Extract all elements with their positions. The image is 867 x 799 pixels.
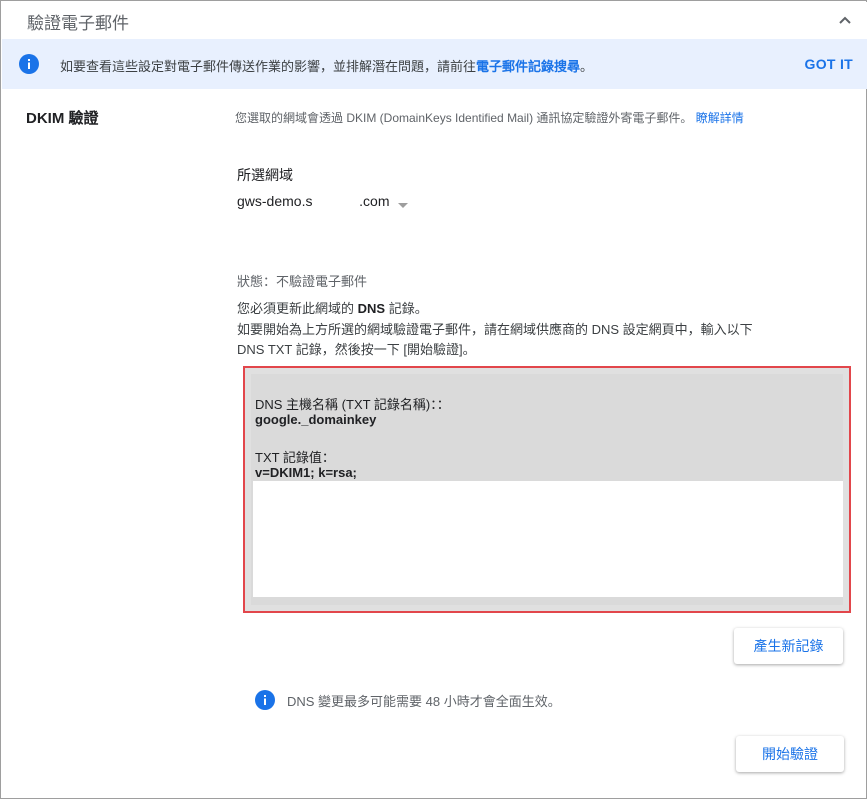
chevron-up-icon[interactable] — [837, 12, 853, 28]
domain-value: gws-demo.s .com — [237, 193, 390, 209]
dropdown-arrow-icon — [397, 197, 409, 208]
banner-suffix: 。 — [580, 59, 594, 74]
host-label: DNS 主機名稱 (TXT 記錄名稱)：： — [255, 397, 450, 412]
settings-panel: 驗證電子郵件 如要查看這些設定對電子郵件傳送作業的影響，並排解潛在問題，請前往電… — [0, 0, 867, 799]
instruction-line-1: 您必須更新此網域的 DNS 記錄。 — [237, 298, 428, 317]
para1-bold: DNS — [357, 301, 386, 316]
domain-label: 所選網域 — [237, 167, 293, 183]
host-value: google._domainkey — [255, 412, 377, 427]
page-title: 驗證電子郵件 — [27, 14, 129, 33]
banner-message: 如要查看這些設定對電子郵件傳送作業的影響，並排解潛在問題，請前往電子郵件記錄搜尋… — [60, 56, 593, 75]
info-banner: 如要查看這些設定對電子郵件傳送作業的影響，並排解潛在問題，請前往電子郵件記錄搜尋… — [2, 39, 867, 89]
dkim-section-label: DKIM 驗證 — [26, 110, 99, 127]
banner-text: 如要查看這些設定對電子郵件傳送作業的影響，並排解潛在問題，請前往 — [60, 59, 477, 74]
email-log-search-link[interactable]: 電子郵件記錄搜尋 — [476, 59, 580, 74]
section-header[interactable]: 驗證電子郵件 — [2, 2, 867, 39]
para1-prefix: 您必須更新此網域的 — [237, 301, 358, 316]
status-text: 狀態：不驗證電子郵件 — [237, 274, 368, 289]
learn-more-link[interactable]: 瞭解詳情 — [696, 111, 744, 125]
note-text: DNS 變更最多可能需要 48 小時才會全面生效。 — [287, 693, 561, 709]
dkim-description: 您選取的網域會透過 DKIM (DomainKeys Identified Ma… — [235, 109, 744, 126]
got-it-button[interactable]: GOT IT — [805, 56, 853, 72]
dns-record-content: DNS 主機名稱 (TXT 記錄名稱)：： google._domainkey … — [251, 374, 843, 605]
generate-record-button[interactable]: 產生新記錄 — [734, 628, 843, 664]
start-authentication-button[interactable]: 開始驗證 — [736, 736, 844, 772]
description-text: 您選取的網域會透過 DKIM (DomainKeys Identified Ma… — [235, 111, 693, 125]
info-icon — [255, 690, 275, 710]
txt-value: v=DKIM1; k=rsa; — [255, 465, 357, 480]
domain-select[interactable]: gws-demo.s .com — [237, 190, 409, 212]
txt-record-value-area[interactable] — [253, 481, 843, 597]
info-icon — [19, 54, 39, 74]
para1-suffix: 記錄。 — [385, 301, 428, 316]
dns-record-box: DNS 主機名稱 (TXT 記錄名稱)：： google._domainkey … — [243, 366, 851, 613]
txt-label: TXT 記錄值： — [255, 450, 335, 465]
instruction-line-2: 如要開始為上方所選的網域驗證電子郵件，請在網域供應商的 DNS 設定網頁中，輸入… — [237, 322, 753, 337]
instruction-line-3: DNS TXT 記錄，然後按一下 [開始驗證]。 — [237, 342, 476, 357]
propagation-note: DNS 變更最多可能需要 48 小時才會全面生效。 — [255, 689, 561, 711]
